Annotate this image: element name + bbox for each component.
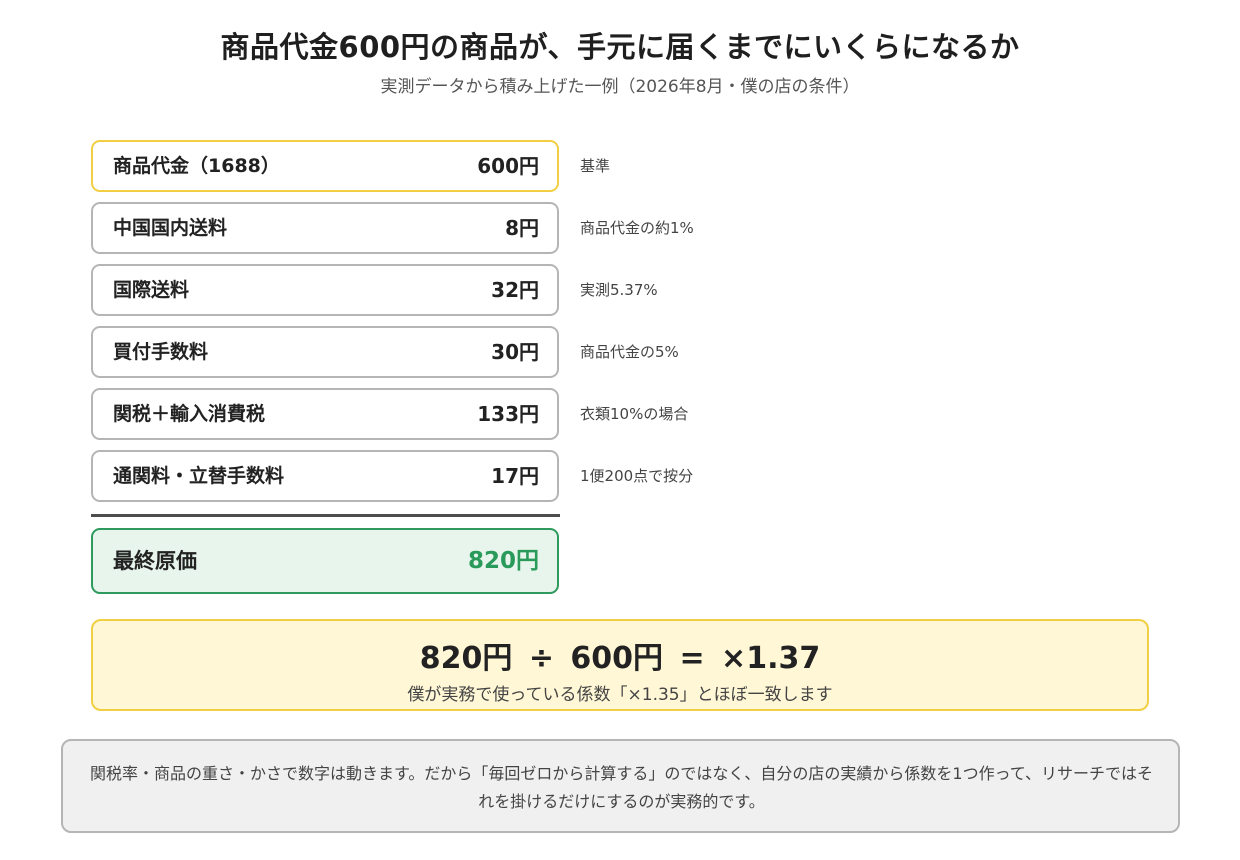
page-subtitle: 実測データから積み上げた一例（2026年8月・僕の店の条件） [380, 77, 860, 97]
cost-row-label: 通関料・立替手数料 [113, 465, 285, 487]
cost-row-note: 衣類10%の場合 [580, 405, 689, 423]
coefficient-formula-box: 820円 ÷ 600円 = ×1.37 僕が実務で使っている係数「×1.35」と… [91, 619, 1149, 711]
cost-row-value: 17円 [491, 464, 539, 488]
sum-divider [91, 514, 560, 517]
cost-row-label: 中国国内送料 [113, 217, 228, 239]
page-title: 商品代金600円の商品が、手元に届くまでにいくらになるか [220, 30, 1020, 64]
cost-row-purchase-fee: 買付手数料 30円 [91, 326, 559, 378]
cost-row-label: 商品代金（1688） [113, 155, 280, 177]
total-cost-label: 最終原価 [113, 549, 197, 573]
total-cost-row: 最終原価 820円 [91, 528, 559, 594]
cost-row-note: 商品代金の約1% [580, 219, 694, 237]
footer-note-box: 関税率・商品の重さ・かさで数字は動きます。だから「毎回ゼロから計算する」のではな… [61, 739, 1180, 833]
cost-row-label: 買付手数料 [113, 341, 209, 363]
cost-row-duties-tax: 関税＋輸入消費税 133円 [91, 388, 559, 440]
coefficient-formula: 820円 ÷ 600円 = ×1.37 [419, 641, 821, 676]
cost-row-value: 600円 [477, 154, 539, 178]
cost-row-label: 国際送料 [113, 279, 190, 301]
total-cost-value: 820円 [467, 548, 539, 574]
cost-row-note: 1便200点で按分 [580, 467, 694, 485]
coefficient-formula-note: 僕が実務で使っている係数「×1.35」とほぼ一致します [407, 685, 833, 705]
cost-row-domestic-shipping: 中国国内送料 8円 [91, 202, 559, 254]
cost-row-note: 商品代金の5% [580, 343, 679, 361]
cost-row-value: 8円 [505, 216, 539, 240]
cost-row-note: 実測5.37% [580, 281, 658, 299]
cost-row-customs-fee: 通関料・立替手数料 17円 [91, 450, 559, 502]
cost-row-value: 133円 [477, 402, 539, 426]
cost-row-product-price: 商品代金（1688） 600円 [91, 140, 559, 192]
cost-row-label: 関税＋輸入消費税 [113, 403, 266, 425]
cost-row-value: 32円 [491, 278, 539, 302]
footer-note-text: 関税率・商品の重さ・かさで数字は動きます。だから「毎回ゼロから計算する」のではな… [90, 764, 1153, 811]
cost-row-note: 基準 [580, 157, 611, 175]
cost-row-international-shipping: 国際送料 32円 [91, 264, 559, 316]
cost-row-value: 30円 [491, 340, 539, 364]
